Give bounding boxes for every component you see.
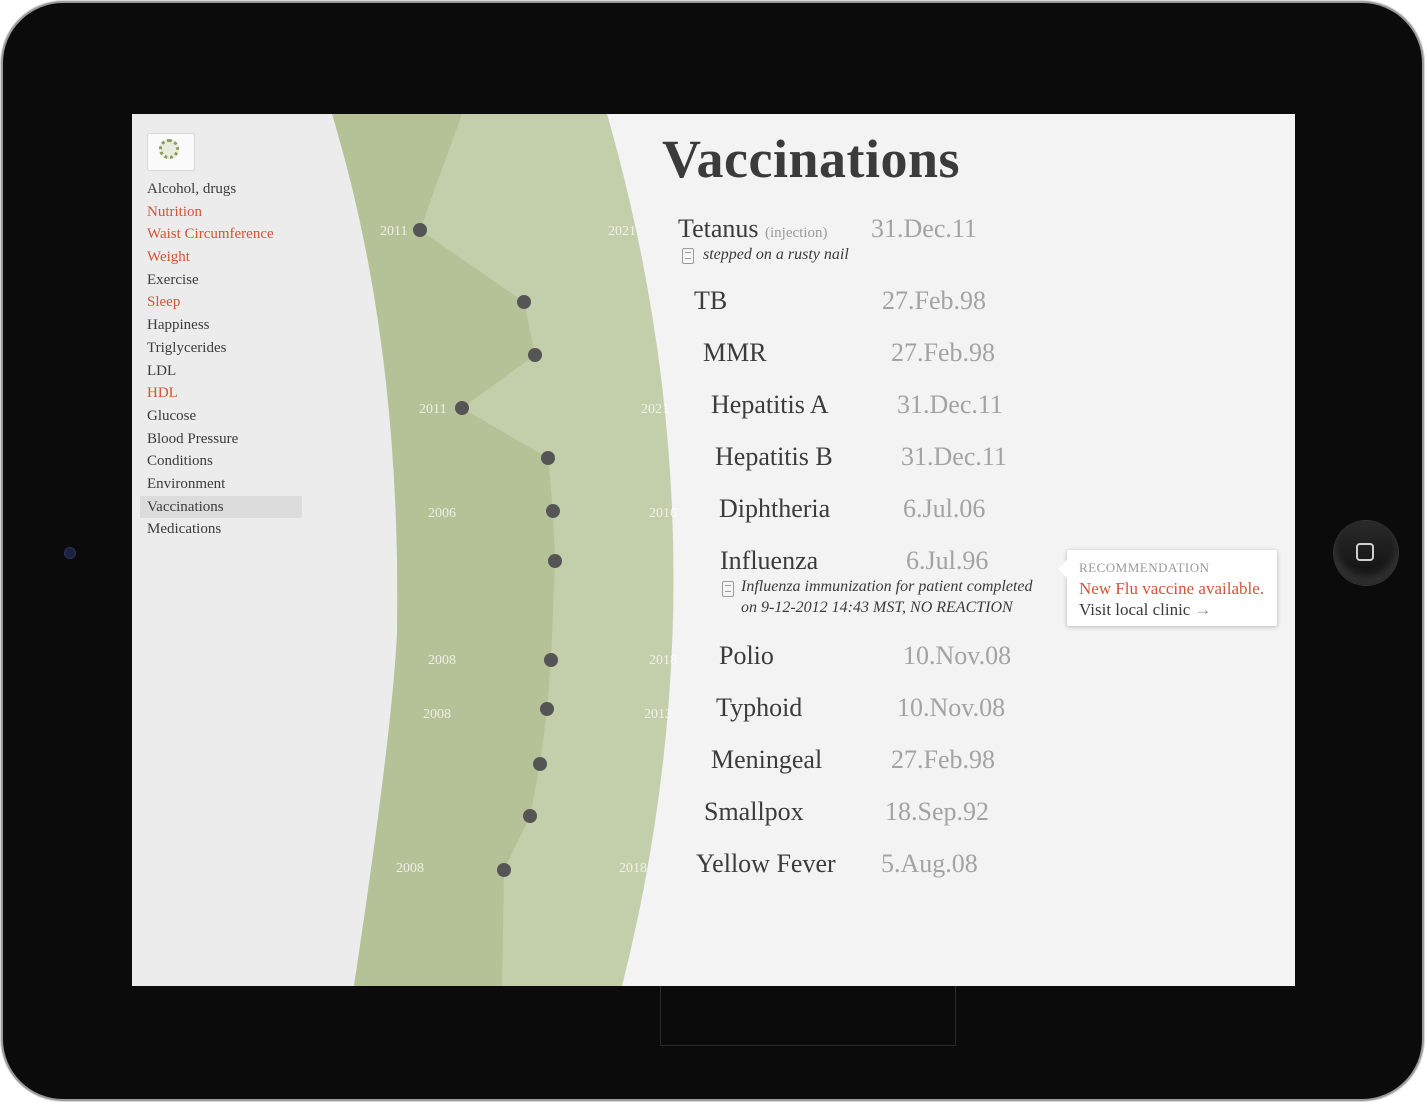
home-button[interactable] bbox=[1334, 521, 1398, 585]
sidebar-item-alcohol-drugs[interactable]: Alcohol, drugs bbox=[140, 178, 302, 201]
vaccine-name-smallpox[interactable]: Smallpox bbox=[704, 797, 804, 827]
vaccine-date-polio: 10.Nov.08 bbox=[903, 641, 1012, 670]
note-icon bbox=[682, 248, 694, 264]
vaccine-date-diphtheria: 6.Jul.06 bbox=[903, 494, 986, 523]
sidebar-item-conditions[interactable]: Conditions bbox=[140, 450, 302, 473]
vaccine-label: Meningeal bbox=[711, 745, 823, 774]
vaccine-date-smallpox: 18.Sep.92 bbox=[885, 797, 989, 826]
vaccine-note-tetanus: stepped on a rusty nail bbox=[703, 246, 849, 263]
page-title: Vaccinations bbox=[662, 129, 961, 189]
vaccine-date-tb: 27.Feb.98 bbox=[882, 286, 986, 315]
timeline-marker[interactable] bbox=[544, 653, 558, 667]
vaccine-name-typhoid[interactable]: Typhoid bbox=[716, 693, 802, 723]
timeline-marker[interactable] bbox=[413, 223, 427, 237]
timeline-year-end: 2021 bbox=[608, 224, 636, 239]
timeline-marker[interactable] bbox=[546, 504, 560, 518]
logo-ring-icon bbox=[159, 139, 179, 159]
vaccine-note-influenza: Influenza immunization for patient compl… bbox=[741, 576, 1033, 618]
vaccine-name-tb[interactable]: TB bbox=[694, 286, 727, 316]
timeline-year-start: 2011 bbox=[419, 402, 446, 417]
home-square-icon bbox=[1356, 543, 1374, 561]
vaccine-date-yellow-fever: 5.Aug.08 bbox=[881, 849, 978, 878]
timeline-marker[interactable] bbox=[528, 348, 542, 362]
vaccine-name-diphtheria[interactable]: Diphtheria bbox=[719, 494, 830, 524]
vaccine-name-hepatitis-a[interactable]: Hepatitis A bbox=[711, 390, 829, 420]
sidebar-item-vaccinations[interactable]: Vaccinations bbox=[140, 495, 302, 519]
timeline-year-end: 2018 bbox=[619, 861, 647, 876]
sidebar-item-sleep[interactable]: Sleep bbox=[140, 291, 302, 314]
vaccine-date-meningeal: 27.Feb.98 bbox=[891, 745, 995, 774]
vaccine-date-tetanus: 31.Dec.11 bbox=[871, 214, 977, 243]
sidebar-item-hdl[interactable]: HDL bbox=[140, 382, 302, 405]
timeline-marker[interactable] bbox=[497, 863, 511, 877]
timeline-year-start: 2008 bbox=[428, 653, 456, 668]
visit-clinic-label: Visit local clinic bbox=[1079, 600, 1191, 619]
vaccine-name-influenza[interactable]: Influenza bbox=[720, 546, 818, 576]
app-logo[interactable] bbox=[147, 133, 195, 171]
vaccine-label: Yellow Fever bbox=[696, 849, 836, 878]
timeline-year-end: 2021 bbox=[641, 402, 669, 417]
timeline-marker[interactable] bbox=[548, 554, 562, 568]
note-line-1: Influenza immunization for patient compl… bbox=[741, 578, 1033, 595]
sidebar-item-nutrition[interactable]: Nutrition bbox=[140, 201, 302, 224]
note-line-2: on 9-12-2012 14:43 MST, NO REACTION bbox=[741, 599, 1013, 616]
vaccine-label: TB bbox=[694, 286, 728, 315]
timeline-marker[interactable] bbox=[541, 451, 555, 465]
sidebar-nav: Alcohol, drugs Nutrition Waist Circumferen… bbox=[140, 178, 302, 541]
vaccine-name-mmr[interactable]: MMR bbox=[703, 338, 767, 368]
vaccine-label: Hepatitis B bbox=[715, 442, 833, 471]
vaccine-name-tetanus[interactable]: Tetanus (injection) bbox=[678, 214, 827, 244]
timeline-year-end: 2018 bbox=[649, 653, 677, 668]
timeline-marker[interactable] bbox=[540, 702, 554, 716]
sidebar-item-triglycerides[interactable]: Triglycerides bbox=[140, 337, 302, 360]
vaccine-label: Smallpox bbox=[704, 797, 804, 826]
vaccine-date-typhoid: 10.Nov.08 bbox=[897, 693, 1006, 722]
timeline-year-start: 2006 bbox=[428, 506, 456, 521]
sidebar-item-ldl[interactable]: LDL bbox=[140, 360, 302, 383]
sidebar-item-waist-circumference[interactable]: Waist Circumference bbox=[140, 223, 302, 246]
visit-clinic-link[interactable]: Visit local clinic → bbox=[1079, 600, 1211, 620]
recommendation-message: New Flu vaccine available. bbox=[1079, 579, 1265, 598]
vaccine-label: Diphtheria bbox=[719, 494, 831, 523]
vaccine-name-meningeal[interactable]: Meningeal bbox=[711, 745, 822, 775]
timeline-year-end: 2013 bbox=[644, 707, 672, 722]
timeline-marker[interactable] bbox=[517, 295, 531, 309]
timeline-year-start: 2008 bbox=[396, 861, 424, 876]
timeline-marker[interactable] bbox=[523, 809, 537, 823]
vaccine-label: Tetanus bbox=[678, 214, 759, 243]
sidebar-item-environment[interactable]: Environment bbox=[140, 473, 302, 496]
timeline-marker[interactable] bbox=[533, 757, 547, 771]
vaccine-label: Influenza bbox=[720, 546, 819, 575]
app-screen: 2011 2021 2011 2021 2006 2016 2008 2018 2008 2013… bbox=[132, 114, 1295, 986]
vaccine-date-hepatitis-b: 31.Dec.11 bbox=[901, 442, 1007, 471]
keyboard-outline bbox=[660, 986, 956, 1046]
recommendation-heading: RECOMMENDATION bbox=[1079, 560, 1210, 575]
timeline-year-end: 2016 bbox=[649, 506, 677, 521]
timeline-year-start: 2011 bbox=[380, 224, 407, 239]
vaccine-label: Typhoid bbox=[716, 693, 803, 722]
arrow-right-icon: → bbox=[1194, 600, 1212, 619]
front-camera bbox=[65, 548, 75, 558]
timeline-marker[interactable] bbox=[455, 401, 469, 415]
timeline-year-start: 2008 bbox=[423, 707, 451, 722]
sidebar-item-happiness[interactable]: Happiness bbox=[140, 314, 302, 337]
vaccine-name-yellow-fever[interactable]: Yellow Fever bbox=[696, 849, 836, 879]
sidebar-item-blood-pressure[interactable]: Blood Pressure bbox=[140, 428, 302, 451]
sidebar-item-glucose[interactable]: Glucose bbox=[140, 405, 302, 428]
sidebar-item-weight[interactable]: Weight bbox=[140, 246, 302, 269]
recommendation-card: RECOMMENDATION New Flu vaccine available… bbox=[1058, 550, 1277, 626]
vaccine-name-hepatitis-b[interactable]: Hepatitis B bbox=[715, 442, 833, 472]
note-icon bbox=[722, 581, 734, 597]
vaccine-label: MMR bbox=[703, 338, 767, 367]
sidebar-item-exercise[interactable]: Exercise bbox=[140, 269, 302, 292]
vaccine-route: (injection) bbox=[765, 225, 828, 241]
sidebar-item-medications[interactable]: Medications bbox=[140, 518, 302, 541]
vaccine-date-mmr: 27.Feb.98 bbox=[891, 338, 995, 367]
vaccine-date-hepatitis-a: 31.Dec.11 bbox=[897, 390, 1003, 419]
vaccine-name-polio[interactable]: Polio bbox=[719, 641, 774, 671]
vaccine-label: Hepatitis A bbox=[711, 390, 829, 419]
vaccine-date-influenza: 6.Jul.96 bbox=[906, 546, 989, 575]
vaccine-label: Polio bbox=[719, 641, 774, 670]
